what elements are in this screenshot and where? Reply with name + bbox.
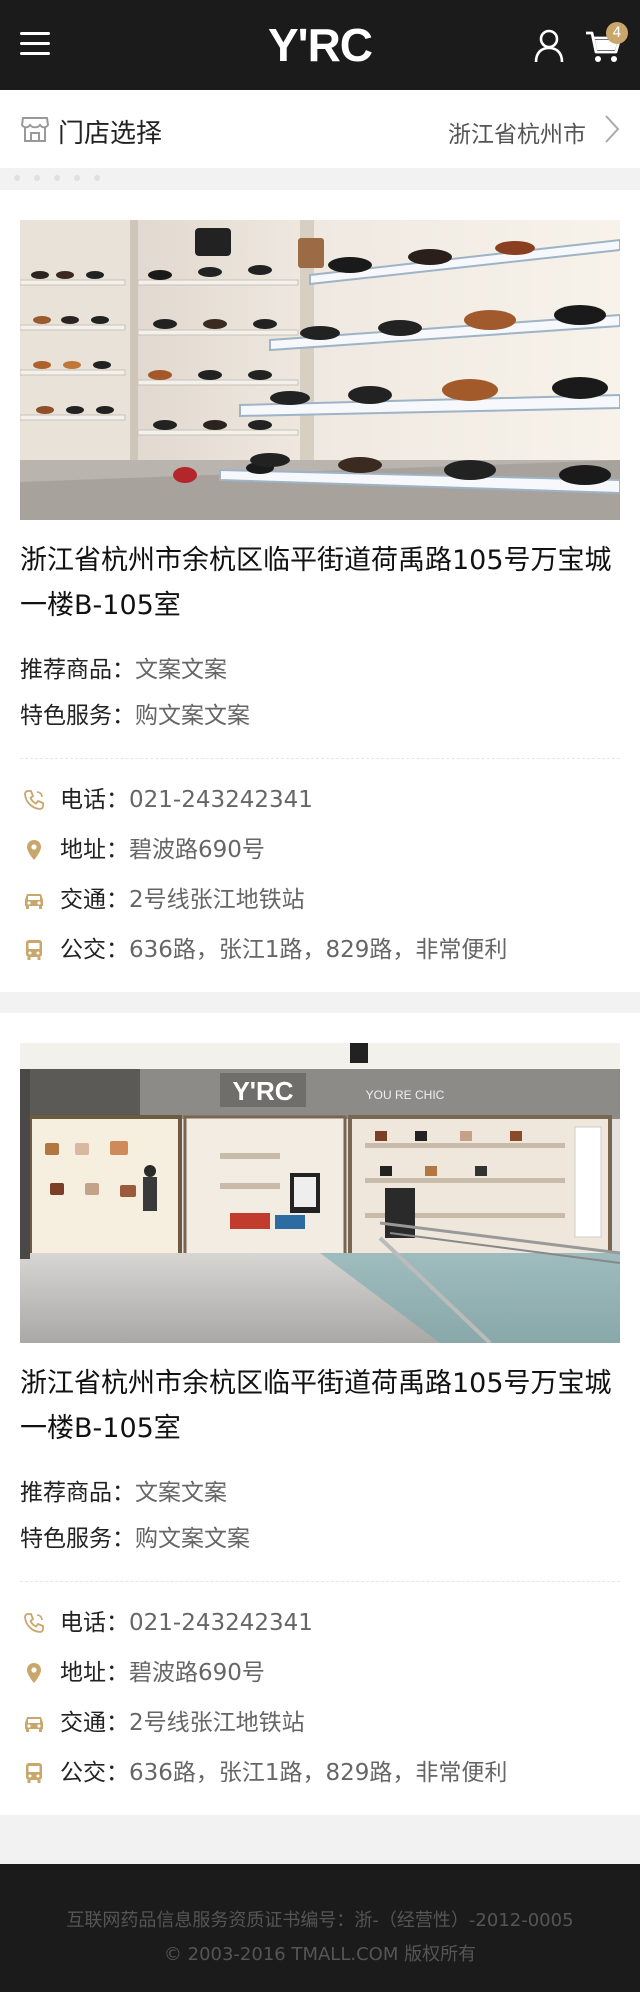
address-label: 地址： — [60, 837, 129, 863]
bus-icon — [26, 940, 42, 960]
bus-value: 636路，张江1路，829路，非常便利 — [129, 1760, 508, 1786]
bus-icon — [26, 1763, 42, 1783]
special-services: 特色服务：购文案文案 — [20, 696, 250, 730]
store-address: 浙江省杭州市余杭区临平街道荷禹路105号万宝城一楼B-105室 — [20, 545, 612, 621]
transport-row: 交通：2号线张江地铁站 — [20, 884, 620, 916]
address-label: 地址： — [60, 1660, 129, 1686]
transport-label: 交通： — [60, 887, 129, 913]
services-label: 特色服务： — [20, 1526, 135, 1552]
transport-row: 交通：2号线张江地铁站 — [20, 1707, 620, 1739]
phone-icon — [24, 790, 44, 810]
phone-number[interactable]: 021-243242341 — [129, 1610, 313, 1636]
store-card[interactable]: 浙江省杭州市余杭区临平街道荷禹路105号万宝城一楼B-105室 推荐商品：文案文… — [0, 190, 640, 992]
bus-row: 公交：636路，张江1路，829路，非常便利 — [20, 1757, 620, 1789]
bus-row: 公交：636路，张江1路，829路，非常便利 — [20, 934, 620, 966]
selector-title: 门店选择 — [58, 119, 163, 149]
address-row: 地址：碧波路690号 — [20, 834, 620, 866]
divider — [20, 758, 620, 759]
car-icon — [25, 894, 43, 909]
recommended-label: 推荐商品： — [20, 1480, 135, 1506]
store-selector[interactable]: 门店选择 浙江省杭州市 — [0, 90, 640, 168]
recommended-label: 推荐商品： — [20, 657, 135, 683]
location-pin-icon — [27, 840, 41, 860]
top-bar: Y'RC 4 — [0, 0, 640, 90]
transport-value: 2号线张江地铁站 — [129, 887, 305, 913]
storefront-photo: Y'RC YOU RE CHIC — [20, 1043, 620, 1343]
storefront-slogan: YOU RE CHIC — [366, 1088, 445, 1102]
chevron-right-icon[interactable] — [604, 114, 620, 144]
recommended-value: 文案文案 — [135, 657, 227, 683]
store-icon — [20, 117, 50, 142]
phone-row[interactable]: 电话：021-243242341 — [20, 1607, 620, 1639]
license-text: 互联网药品信息服务资质证书编号：浙-（经营性）-2012-0005 — [66, 1910, 574, 1931]
user-icon[interactable] — [532, 28, 566, 64]
car-icon — [25, 1717, 43, 1732]
recommended-value: 文案文案 — [135, 1480, 227, 1506]
phone-row[interactable]: 电话：021-243242341 — [20, 784, 620, 816]
services-value: 购文案文案 — [135, 1526, 250, 1552]
transport-value: 2号线张江地铁站 — [129, 1710, 305, 1736]
store-address: 浙江省杭州市余杭区临平街道荷禹路105号万宝城一楼B-105室 — [20, 1368, 612, 1444]
phone-number[interactable]: 021-243242341 — [129, 787, 313, 813]
address-value: 碧波路690号 — [129, 837, 265, 863]
decorative-dots — [14, 166, 114, 185]
bus-label: 公交： — [60, 937, 129, 963]
recommended-products: 推荐商品：文案文案 — [20, 650, 227, 684]
footer: 互联网药品信息服务资质证书编号：浙-（经营性）-2012-0005 © 2003… — [0, 1864, 640, 1992]
phone-label: 电话： — [60, 787, 129, 813]
services-value: 购文案文案 — [135, 703, 250, 729]
location-pin-icon — [27, 1663, 41, 1683]
divider — [20, 1581, 620, 1582]
services-label: 特色服务： — [20, 703, 135, 729]
address-row: 地址：碧波路690号 — [20, 1657, 620, 1689]
selected-city[interactable]: 浙江省杭州市 — [448, 115, 586, 149]
bus-label: 公交： — [60, 1760, 129, 1786]
storefront-sign: Y'RC — [232, 1076, 293, 1106]
cart-count-badge: 4 — [606, 22, 628, 44]
bus-value: 636路，张江1路，829路，非常便利 — [129, 937, 508, 963]
transport-label: 交通： — [60, 1710, 129, 1736]
phone-label: 电话： — [60, 1610, 129, 1636]
address-value: 碧波路690号 — [129, 1660, 265, 1686]
shoe-shelf-photo — [20, 220, 620, 520]
copyright-text: © 2003-2016 TMALL.COM 版权所有 — [163, 1944, 477, 1965]
phone-icon — [24, 1613, 44, 1633]
special-services: 特色服务：购文案文案 — [20, 1519, 250, 1553]
store-card[interactable]: Y'RC YOU RE CHIC 浙江省杭州市余杭区临平街道荷禹路105号万宝城… — [0, 1013, 640, 1815]
recommended-products: 推荐商品：文案文案 — [20, 1473, 227, 1507]
